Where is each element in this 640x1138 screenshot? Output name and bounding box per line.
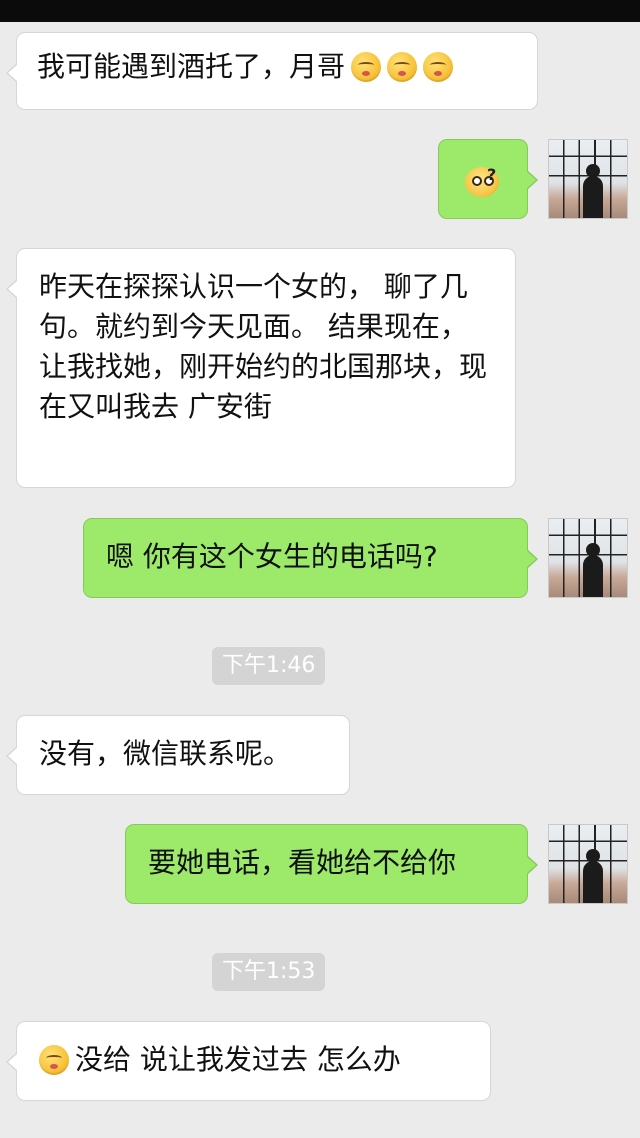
emoji-icon xyxy=(351,52,382,82)
confused-face-sticker-icon: ? xyxy=(463,159,503,199)
emoji-icon xyxy=(387,52,418,82)
message-text: 嗯 你有这个女生的电话吗? xyxy=(106,540,438,573)
timestamp: 下午1:53 xyxy=(212,953,326,991)
message-bubble-outgoing[interactable]: 嗯 你有这个女生的电话吗? xyxy=(83,518,538,598)
emoji-icon xyxy=(423,52,454,82)
message-bubble-outgoing[interactable]: 要她电话，看她给不给你 xyxy=(125,824,538,904)
message-text: 我可能遇到酒托了，月哥 xyxy=(37,50,346,83)
message-text: 昨天在探探认识一个女的， 聊了几句。就约到今天见面。 结果现在，让我找她，刚开始… xyxy=(39,270,488,423)
message-bubble-outgoing[interactable]: ? xyxy=(438,139,538,219)
message-text: 没给 说让我发过去 怎么办 xyxy=(75,1043,401,1076)
message-text: 没有，微信联系呢。 xyxy=(39,737,292,770)
message-bubble-incoming[interactable]: 我可能遇到酒托了，月哥 xyxy=(6,32,538,110)
message-bubble-incoming[interactable]: 没有，微信联系呢。 xyxy=(6,715,350,795)
message-bubble-incoming[interactable]: 昨天在探探认识一个女的， 聊了几句。就约到今天见面。 结果现在，让我找她，刚开始… xyxy=(6,248,516,488)
emoji-icon xyxy=(39,1045,69,1075)
avatar[interactable] xyxy=(548,824,628,904)
avatar[interactable] xyxy=(548,518,628,598)
timestamp: 下午1:46 xyxy=(212,647,326,685)
message-bubble-incoming[interactable]: 没给 说让我发过去 怎么办 xyxy=(6,1021,491,1101)
status-bar xyxy=(0,0,640,22)
message-text: 要她电话，看她给不给你 xyxy=(148,846,457,879)
avatar[interactable] xyxy=(548,139,628,219)
